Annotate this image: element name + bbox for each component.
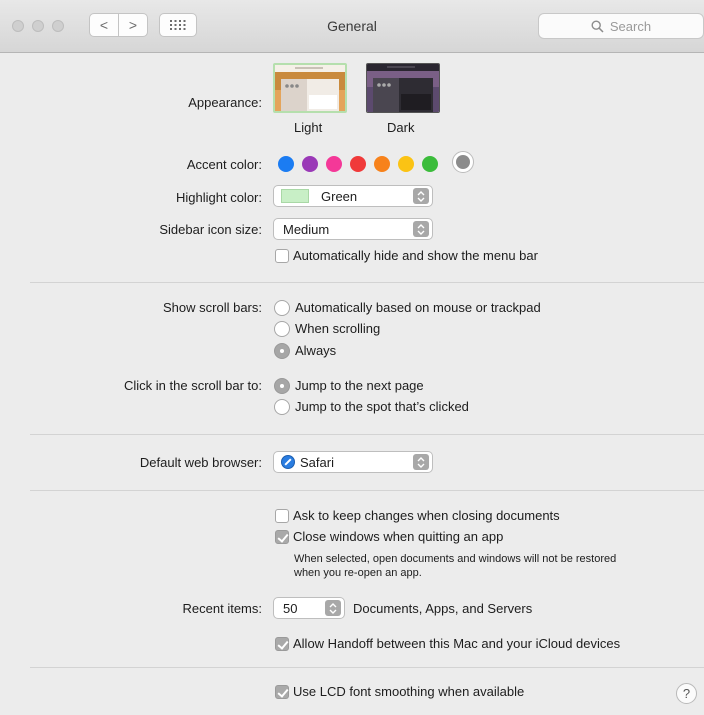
appearance-option-light-label: Light [294, 120, 323, 135]
search-placeholder: Search [609, 18, 652, 34]
default-browser-value: Safari [300, 454, 334, 470]
up-down-arrows-icon [413, 188, 429, 204]
safari-compass-icon [281, 455, 295, 469]
lcd-font-smoothing-checkbox[interactable] [275, 685, 289, 699]
highlight-color-swatch [281, 189, 309, 203]
light-mode-preview-image [275, 65, 345, 111]
close-windows-label: Close windows when quitting an app [293, 529, 504, 544]
section-divider [30, 434, 704, 435]
recent-items-label: Recent items: [182, 601, 262, 616]
default-browser-label: Default web browser: [139, 455, 262, 470]
handoff-checkbox[interactable] [275, 637, 289, 651]
accent-swatch-purple[interactable] [302, 156, 318, 172]
accent-swatch-graphite-selected[interactable] [452, 151, 474, 173]
accent-swatch-blue[interactable] [278, 156, 294, 172]
show-scroll-bars-label: Show scroll bars: [163, 300, 262, 315]
ask-keep-changes-checkbox[interactable] [275, 509, 289, 523]
help-button[interactable]: ? [676, 683, 697, 704]
section-divider [30, 667, 704, 668]
recent-items-suffix: Documents, Apps, and Servers [353, 601, 533, 616]
sidebar-icon-size-value: Medium [283, 221, 330, 237]
scroll-bars-when-scrolling-label: When scrolling [295, 321, 381, 336]
sidebar-icon-size-label: Sidebar icon size: [159, 222, 262, 237]
help-question-icon: ? [682, 686, 691, 701]
accent-swatch-green[interactable] [422, 156, 438, 172]
accent-color-label: Accent color: [186, 157, 262, 172]
jump-next-page-radio[interactable] [274, 378, 290, 394]
up-down-arrows-icon [413, 221, 429, 237]
recent-items-value: 50 [283, 600, 298, 616]
jump-to-spot-label: Jump to the spot that’s clicked [295, 399, 469, 414]
dark-mode-preview-image [367, 64, 439, 112]
close-windows-note-line2: when you re-open an app. [294, 567, 422, 579]
section-divider [30, 490, 704, 491]
search-field[interactable]: Search [538, 13, 704, 39]
auto-hide-menu-bar-checkbox[interactable] [275, 249, 289, 263]
ask-keep-changes-label: Ask to keep changes when closing documen… [293, 508, 560, 523]
preferences-content: Appearance: Light Dark Accent color: Hig… [0, 53, 704, 715]
scroll-bars-when-scrolling-radio[interactable] [274, 321, 290, 337]
section-divider [30, 282, 704, 283]
title-bar: < > General Search [0, 0, 704, 53]
close-windows-checkbox[interactable] [275, 530, 289, 544]
jump-next-page-label: Jump to the next page [295, 378, 424, 393]
recent-items-popup[interactable]: 50 [273, 597, 345, 619]
system-preferences-window: < > General Search Appearance: Light Dar… [0, 0, 704, 715]
appearance-dark-thumbnail[interactable] [366, 63, 440, 113]
auto-hide-menu-bar-label: Automatically hide and show the menu bar [293, 248, 538, 263]
appearance-light-thumbnail[interactable] [273, 63, 347, 113]
accent-swatch-pink[interactable] [326, 156, 342, 172]
highlight-color-value: Green [321, 188, 358, 204]
appearance-label: Appearance: [188, 95, 262, 110]
up-down-arrows-icon [413, 454, 429, 470]
appearance-option-dark-label: Dark [387, 120, 415, 135]
close-windows-note-line1: When selected, open documents and window… [294, 553, 617, 565]
scroll-bars-auto-label: Automatically based on mouse or trackpad [295, 300, 541, 315]
scroll-bars-auto-radio[interactable] [274, 300, 290, 316]
up-down-arrows-icon [325, 600, 341, 616]
search-icon [591, 19, 604, 33]
highlight-color-label: Highlight color: [176, 190, 262, 205]
lcd-font-smoothing-label: Use LCD font smoothing when available [293, 684, 525, 699]
click-scroll-bar-label: Click in the scroll bar to: [124, 378, 262, 393]
scroll-bars-always-radio[interactable] [274, 343, 290, 359]
default-browser-popup[interactable]: Safari [273, 451, 433, 473]
highlight-color-popup[interactable]: Green [273, 185, 433, 207]
scroll-bars-always-label: Always [295, 343, 337, 358]
jump-to-spot-radio[interactable] [274, 399, 290, 415]
accent-swatch-yellow[interactable] [398, 156, 414, 172]
accent-swatch-orange[interactable] [374, 156, 390, 172]
handoff-label: Allow Handoff between this Mac and your … [293, 636, 621, 651]
accent-swatch-graphite-dot [456, 155, 470, 169]
sidebar-icon-size-popup[interactable]: Medium [273, 218, 433, 240]
accent-swatch-red[interactable] [350, 156, 366, 172]
